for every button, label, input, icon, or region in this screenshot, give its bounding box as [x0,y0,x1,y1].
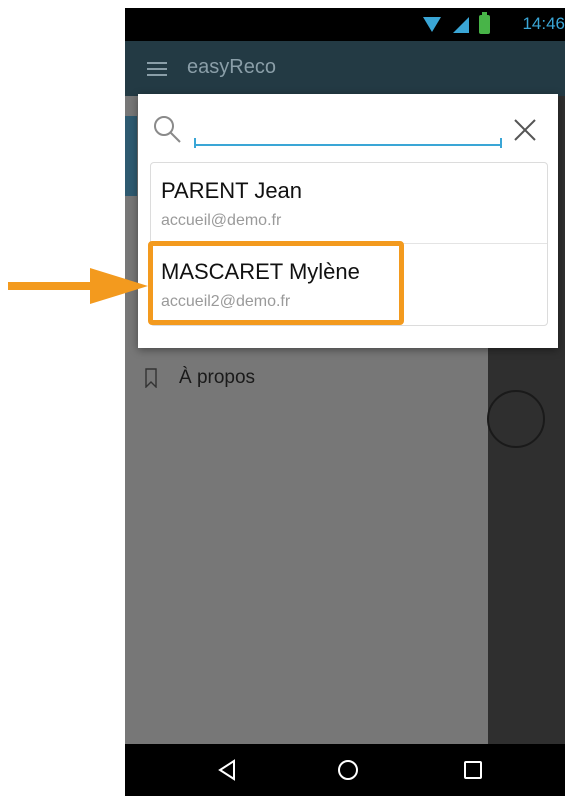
wifi-icon [423,17,441,32]
bookmark-icon [145,368,157,388]
input-underline-tick [194,138,196,148]
circle-button[interactable] [487,390,545,448]
search-dialog: PARENT Jean accueil@demo.fr MASCARET Myl… [138,94,558,348]
drawer-header [125,116,137,196]
system-nav-bar [125,744,565,796]
list-item[interactable]: PARENT Jean accueil@demo.fr [151,163,547,244]
contact-email: accueil@demo.fr [161,212,282,229]
app-title: easyReco [187,56,276,78]
home-icon[interactable] [336,758,360,782]
battery-charging-icon [479,12,490,34]
search-input[interactable] [194,116,502,146]
status-time: 14:46 [522,14,565,33]
hamburger-icon[interactable] [147,62,167,76]
recent-apps-icon[interactable] [461,758,485,782]
status-bar: 14:46 [125,8,565,41]
back-icon[interactable] [215,758,239,782]
input-underline-tick [500,138,502,148]
search-icon [154,116,181,143]
contact-name: PARENT Jean [161,178,303,203]
drawer-item-label: À propos [179,367,256,388]
contact-name: MASCARET Mylène [161,259,360,284]
app-bar: easyReco [125,41,565,96]
contact-email: accueil2@demo.fr [161,293,291,310]
list-item[interactable]: MASCARET Mylène accueil2@demo.fr [151,244,547,324]
close-icon[interactable] [512,117,538,143]
results-list: PARENT Jean accueil@demo.fr MASCARET Myl… [150,162,548,326]
drawer-item-about[interactable]: À propos [145,363,255,393]
signal-icon [453,17,469,33]
